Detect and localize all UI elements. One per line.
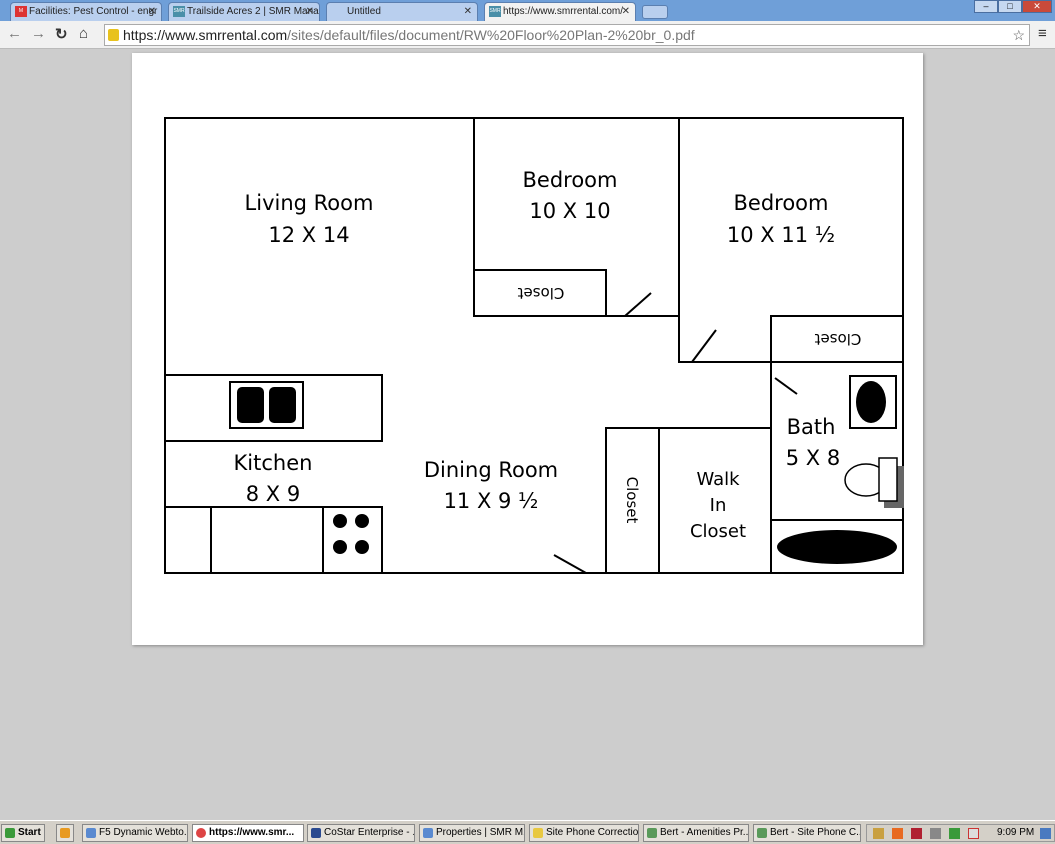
room-size: 10 X 11 ½	[727, 223, 835, 247]
tab-smrrental[interactable]: SMR https://www.smrrental.com/✕	[484, 2, 636, 21]
address-bar[interactable]: https://www.smrrental.com/sites/default/…	[104, 24, 1030, 46]
star-icon[interactable]: ☆	[1012, 25, 1025, 45]
bathtub	[777, 530, 897, 564]
maximize-button[interactable]: □	[998, 0, 1022, 13]
taskbar-label: https://www.smr...	[209, 827, 295, 838]
back-icon[interactable]: ←	[7, 25, 22, 42]
reload-icon[interactable]: ↻	[55, 25, 68, 43]
shield-icon[interactable]	[911, 828, 922, 839]
taskbar-item[interactable]: F5 Dynamic Webto...	[82, 824, 188, 842]
door	[553, 554, 587, 574]
tab-trailside[interactable]: SMR Trailside Acres 2 | SMR Mana ✕	[168, 2, 320, 21]
room-size: 10 X 10	[529, 199, 610, 223]
close-icon[interactable]: ✕	[306, 3, 314, 20]
url-domain: https://www.smrrental.com	[123, 27, 288, 43]
tab-label: Trailside Acres 2 | SMR Mana	[187, 6, 319, 17]
walk-in-label: Walk	[696, 469, 740, 490]
volume-icon[interactable]	[968, 828, 979, 839]
taskbar: Start F5 Dynamic Webto... https://www.sm…	[0, 820, 1055, 844]
walk-in-label: In	[710, 495, 727, 516]
document-icon	[647, 828, 657, 838]
minimize-button[interactable]: –	[974, 0, 998, 13]
floor-plan: Living Room 12 X 14 Bedroom 10 X 10 Bedr…	[164, 117, 904, 574]
taskbar-label: Properties | SMR M...	[436, 827, 525, 838]
taskbar-label: Bert - Site Phone C...	[770, 827, 861, 838]
forward-icon[interactable]: →	[31, 25, 46, 42]
door	[691, 329, 717, 363]
closet-label: Closet	[518, 284, 565, 302]
browser-toolbar: ← → ↻ ⌂ https://www.smrrental.com/sites/…	[0, 21, 1055, 49]
taskbar-label: CoStar Enterprise - ...	[324, 827, 415, 838]
close-icon[interactable]: ✕	[622, 3, 630, 20]
tab-label: https://www.smrrental.com/	[503, 6, 624, 17]
room-size: 11 X 9 ½	[444, 489, 539, 513]
pdf-page: Living Room 12 X 14 Bedroom 10 X 10 Bedr…	[132, 53, 923, 645]
ie-icon	[86, 828, 96, 838]
sink-basin	[269, 387, 296, 423]
room-name: Living Room	[245, 191, 374, 215]
tab-untitled[interactable]: Untitled ✕	[326, 2, 478, 21]
smr-icon: SMR	[489, 6, 501, 17]
taskbar-item[interactable]: Bert - Site Phone C...	[753, 824, 861, 842]
room-name: Bath	[787, 415, 836, 439]
taskbar-item[interactable]: Site Phone Correction	[529, 824, 639, 842]
walk-in-label: Closet	[690, 521, 746, 542]
room-name: Dining Room	[424, 458, 558, 482]
kitchen-lower-counter	[164, 506, 383, 574]
door	[624, 292, 652, 317]
clock: 9:09 PM	[997, 827, 1035, 838]
toilet	[844, 457, 904, 508]
door	[774, 377, 798, 395]
show-desktop-icon[interactable]	[1040, 828, 1051, 839]
menu-icon[interactable]: ≡	[1038, 25, 1047, 42]
taskbar-item[interactable]: Bert - Amenities Pr...	[643, 824, 749, 842]
document-icon	[757, 828, 767, 838]
tray-icon[interactable]	[892, 828, 903, 839]
costar-icon	[311, 828, 321, 838]
taskbar-label: Site Phone Correction	[546, 827, 639, 838]
room-name: Kitchen	[234, 451, 313, 475]
system-tray: 9:09 PM	[866, 824, 1055, 842]
ie-icon	[423, 828, 433, 838]
chrome-icon	[196, 828, 206, 838]
taskbar-item[interactable]: Properties | SMR M...	[419, 824, 525, 842]
room-name: Bedroom	[734, 191, 829, 215]
tab-label: Untitled	[347, 6, 381, 17]
closet-label: Closet	[623, 477, 641, 524]
tab-strip: M Facilities: Pest Control - engr ✕ SMR Tra…	[0, 0, 1055, 21]
windows-icon	[5, 828, 15, 838]
room-size: 5 X 8	[786, 446, 840, 470]
start-button[interactable]: Start	[1, 824, 45, 842]
smr-icon: SMR	[173, 6, 185, 17]
home-icon[interactable]: ⌂	[79, 25, 88, 42]
network-icon[interactable]	[949, 828, 960, 839]
stove-burners	[333, 514, 369, 554]
taskbar-item[interactable]: https://www.smr...	[192, 824, 304, 842]
lock-warning-icon	[108, 29, 119, 41]
bath-sink-basin	[856, 381, 886, 423]
start-label: Start	[18, 827, 41, 838]
room-size: 8 X 9	[246, 482, 300, 506]
quicklaunch-media-icon[interactable]	[56, 824, 74, 842]
tray-icon[interactable]	[873, 828, 884, 839]
sink-basin	[237, 387, 264, 423]
close-window-button[interactable]: ✕	[1022, 0, 1052, 13]
new-tab-button[interactable]	[642, 5, 668, 19]
folder-icon	[533, 828, 543, 838]
taskbar-item[interactable]: CoStar Enterprise - ...	[307, 824, 415, 842]
close-icon[interactable]: ✕	[464, 3, 472, 20]
closet-label: Closet	[815, 330, 862, 348]
taskbar-label: F5 Dynamic Webto...	[99, 827, 188, 838]
url-path: /sites/default/files/document/RW%20Floor…	[287, 27, 695, 43]
gmail-icon: M	[15, 6, 27, 17]
tab-gmail[interactable]: M Facilities: Pest Control - engr ✕	[10, 2, 162, 21]
tray-icon[interactable]	[930, 828, 941, 839]
close-icon[interactable]: ✕	[148, 3, 156, 20]
taskbar-label: Bert - Amenities Pr...	[660, 827, 749, 838]
room-size: 12 X 14	[268, 223, 349, 247]
tab-label: Facilities: Pest Control - engr	[29, 6, 158, 17]
room-name: Bedroom	[523, 168, 618, 192]
